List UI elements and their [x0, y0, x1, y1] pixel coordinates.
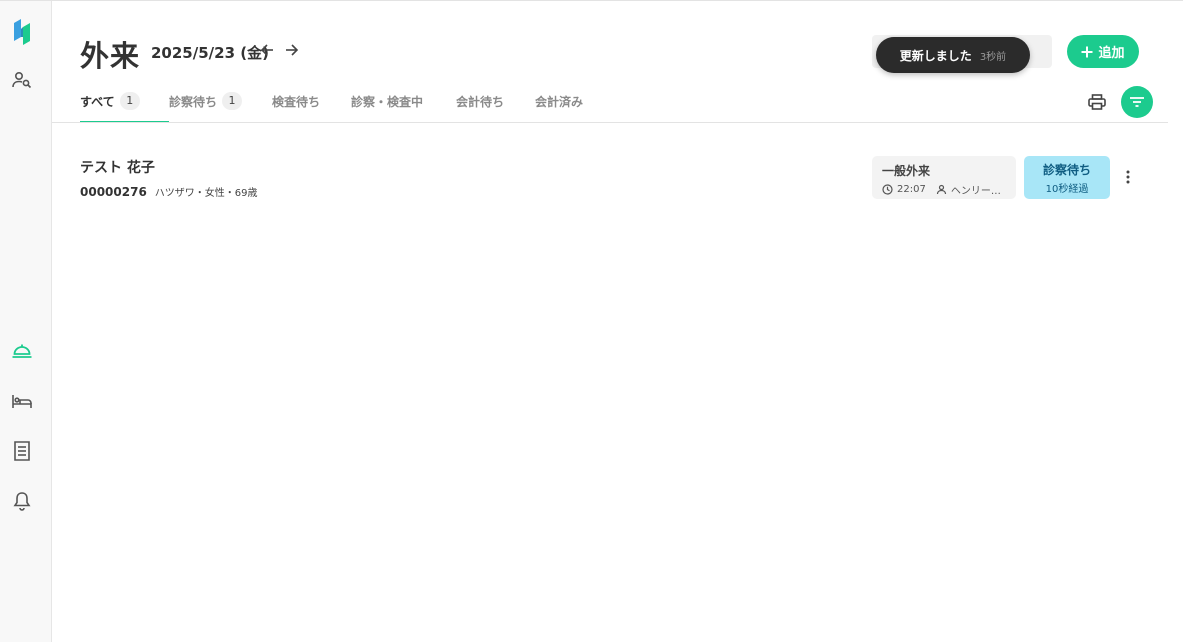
tabs-divider [52, 122, 1168, 123]
add-button[interactable]: 追加 [1067, 35, 1139, 68]
outpatient-icon[interactable] [0, 336, 44, 366]
toast-time: 3秒前 [979, 51, 1007, 63]
bed-icon[interactable] [0, 386, 44, 416]
toast-message: 更新しました [899, 48, 972, 63]
tab-paid[interactable]: 会計済み [535, 88, 605, 123]
person-icon [936, 184, 946, 195]
tab-waiting-payment[interactable]: 会計待ち [456, 88, 535, 123]
tab-waiting-exam[interactable]: 診察待ち 1 [169, 88, 272, 123]
arrow-right-icon[interactable] [283, 41, 301, 59]
tab-label: 診察待ち [169, 95, 218, 109]
update-toast: 更新しました 3秒前 [876, 37, 1030, 73]
page-title: 外来 [80, 39, 141, 73]
tab-count-badge: 1 [222, 92, 243, 110]
patient-search-icon[interactable] [0, 65, 44, 95]
add-button-label: 追加 [1098, 46, 1125, 61]
patient-info: ハツザワ・女性・69歳 [154, 188, 258, 199]
tab-label: 会計済み [535, 95, 584, 109]
tab-label: 会計待ち [456, 95, 505, 109]
tab-label: すべて [80, 95, 115, 109]
filter-icon [1130, 97, 1144, 107]
plus-icon [1081, 46, 1093, 57]
patient-name[interactable]: テスト 花子 [80, 157, 155, 177]
status-tabs: すべて 1 診察待ち 1 検査待ち 診察・検査中 会計待ち 会計済み [80, 88, 605, 123]
logo-icon[interactable] [0, 17, 44, 47]
tab-waiting-test[interactable]: 検査待ち [272, 88, 351, 123]
tab-label: 検査待ち [272, 95, 321, 109]
current-date: 2025/5/23 (金) [151, 44, 269, 62]
patient-id: 00000276 [80, 185, 147, 199]
status-elapsed: 10秒経過 [1045, 183, 1089, 195]
printer-icon[interactable] [1087, 92, 1107, 112]
status-badge[interactable]: 診察待ち 10秒経過 [1024, 156, 1110, 199]
tab-in-progress[interactable]: 診察・検査中 [351, 88, 456, 123]
status-label: 診察待ち [1042, 162, 1091, 177]
receipt-icon[interactable] [0, 436, 44, 466]
tab-label: 診察・検査中 [351, 95, 424, 109]
arrow-left-icon[interactable] [258, 41, 276, 59]
top-border [0, 0, 1183, 1]
more-vertical-icon[interactable] [1120, 168, 1136, 186]
visit-details: 22:07 ヘンリー… [882, 182, 1006, 197]
bell-icon[interactable] [0, 486, 44, 516]
visit-type: 一般外来 [882, 164, 931, 178]
visit-info[interactable]: 一般外来 22:07 ヘンリー… [872, 156, 1016, 199]
sidebar [0, 1, 52, 642]
filter-button[interactable] [1121, 86, 1153, 118]
clock-icon [882, 184, 893, 195]
patient-meta: 00000276 ハツザワ・女性・69歳 [80, 184, 258, 199]
tab-count-badge: 1 [119, 92, 140, 110]
visit-time: 22:07 [897, 184, 926, 195]
doctor-name: ヘンリー… [950, 186, 1001, 197]
tab-all[interactable]: すべて 1 [80, 88, 169, 123]
